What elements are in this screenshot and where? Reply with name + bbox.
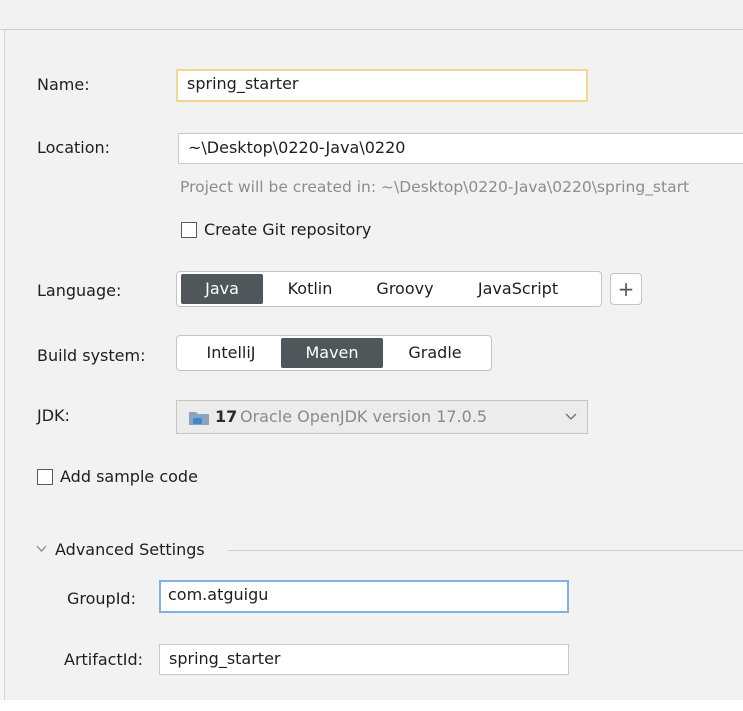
artifactid-field[interactable]: spring_starter: [159, 644, 569, 675]
jdk-label: JDK:: [37, 406, 70, 425]
dialog-top-bar: [0, 0, 743, 30]
left-panel-edge: [0, 30, 5, 711]
name-label: Name:: [37, 75, 90, 94]
groupid-field[interactable]: com.atguigu: [159, 580, 569, 613]
groupid-label: GroupId:: [67, 589, 136, 608]
git-repo-checkbox[interactable]: [181, 222, 197, 238]
sample-code-checkbox[interactable]: [37, 469, 53, 485]
chevron-down-icon: [565, 413, 577, 420]
bottom-strip: [0, 700, 743, 711]
jdk-version: 17: [215, 407, 238, 426]
language-option-kotlin[interactable]: Kotlin: [263, 274, 357, 304]
language-option-java[interactable]: Java: [181, 274, 263, 304]
language-option-javascript[interactable]: JavaScript: [453, 274, 583, 304]
jdk-description: Oracle OpenJDK version 17.0.5: [240, 407, 488, 426]
artifactid-label: ArtifactId:: [64, 650, 144, 669]
location-field[interactable]: ~\Desktop\0220-Java\0220: [178, 133, 743, 164]
plus-icon: +: [617, 277, 635, 301]
git-repo-label: Create Git repository: [204, 220, 372, 239]
jdk-folder-icon: [189, 412, 209, 425]
chevron-down-icon[interactable]: [36, 545, 47, 553]
location-label: Location:: [37, 138, 111, 157]
add-language-button[interactable]: +: [610, 273, 642, 305]
jdk-dropdown[interactable]: 17 Oracle OpenJDK version 17.0.5: [176, 400, 588, 434]
advanced-settings-divider: [228, 550, 743, 551]
build-system-label: Build system:: [37, 346, 146, 365]
sample-code-label: Add sample code: [60, 467, 198, 486]
build-option-gradle[interactable]: Gradle: [383, 338, 487, 368]
build-option-maven[interactable]: Maven: [281, 338, 383, 368]
location-hint: Project will be created in: ~\Desktop\02…: [180, 178, 690, 196]
language-label: Language:: [37, 281, 122, 300]
language-selector: Java Kotlin Groovy JavaScript: [176, 271, 602, 307]
language-option-groovy[interactable]: Groovy: [357, 274, 453, 304]
advanced-settings-title[interactable]: Advanced Settings: [55, 540, 205, 560]
name-field[interactable]: spring_starter: [176, 69, 588, 102]
build-option-intellij[interactable]: IntelliJ: [181, 338, 281, 368]
build-system-selector: IntelliJ Maven Gradle: [176, 335, 492, 371]
